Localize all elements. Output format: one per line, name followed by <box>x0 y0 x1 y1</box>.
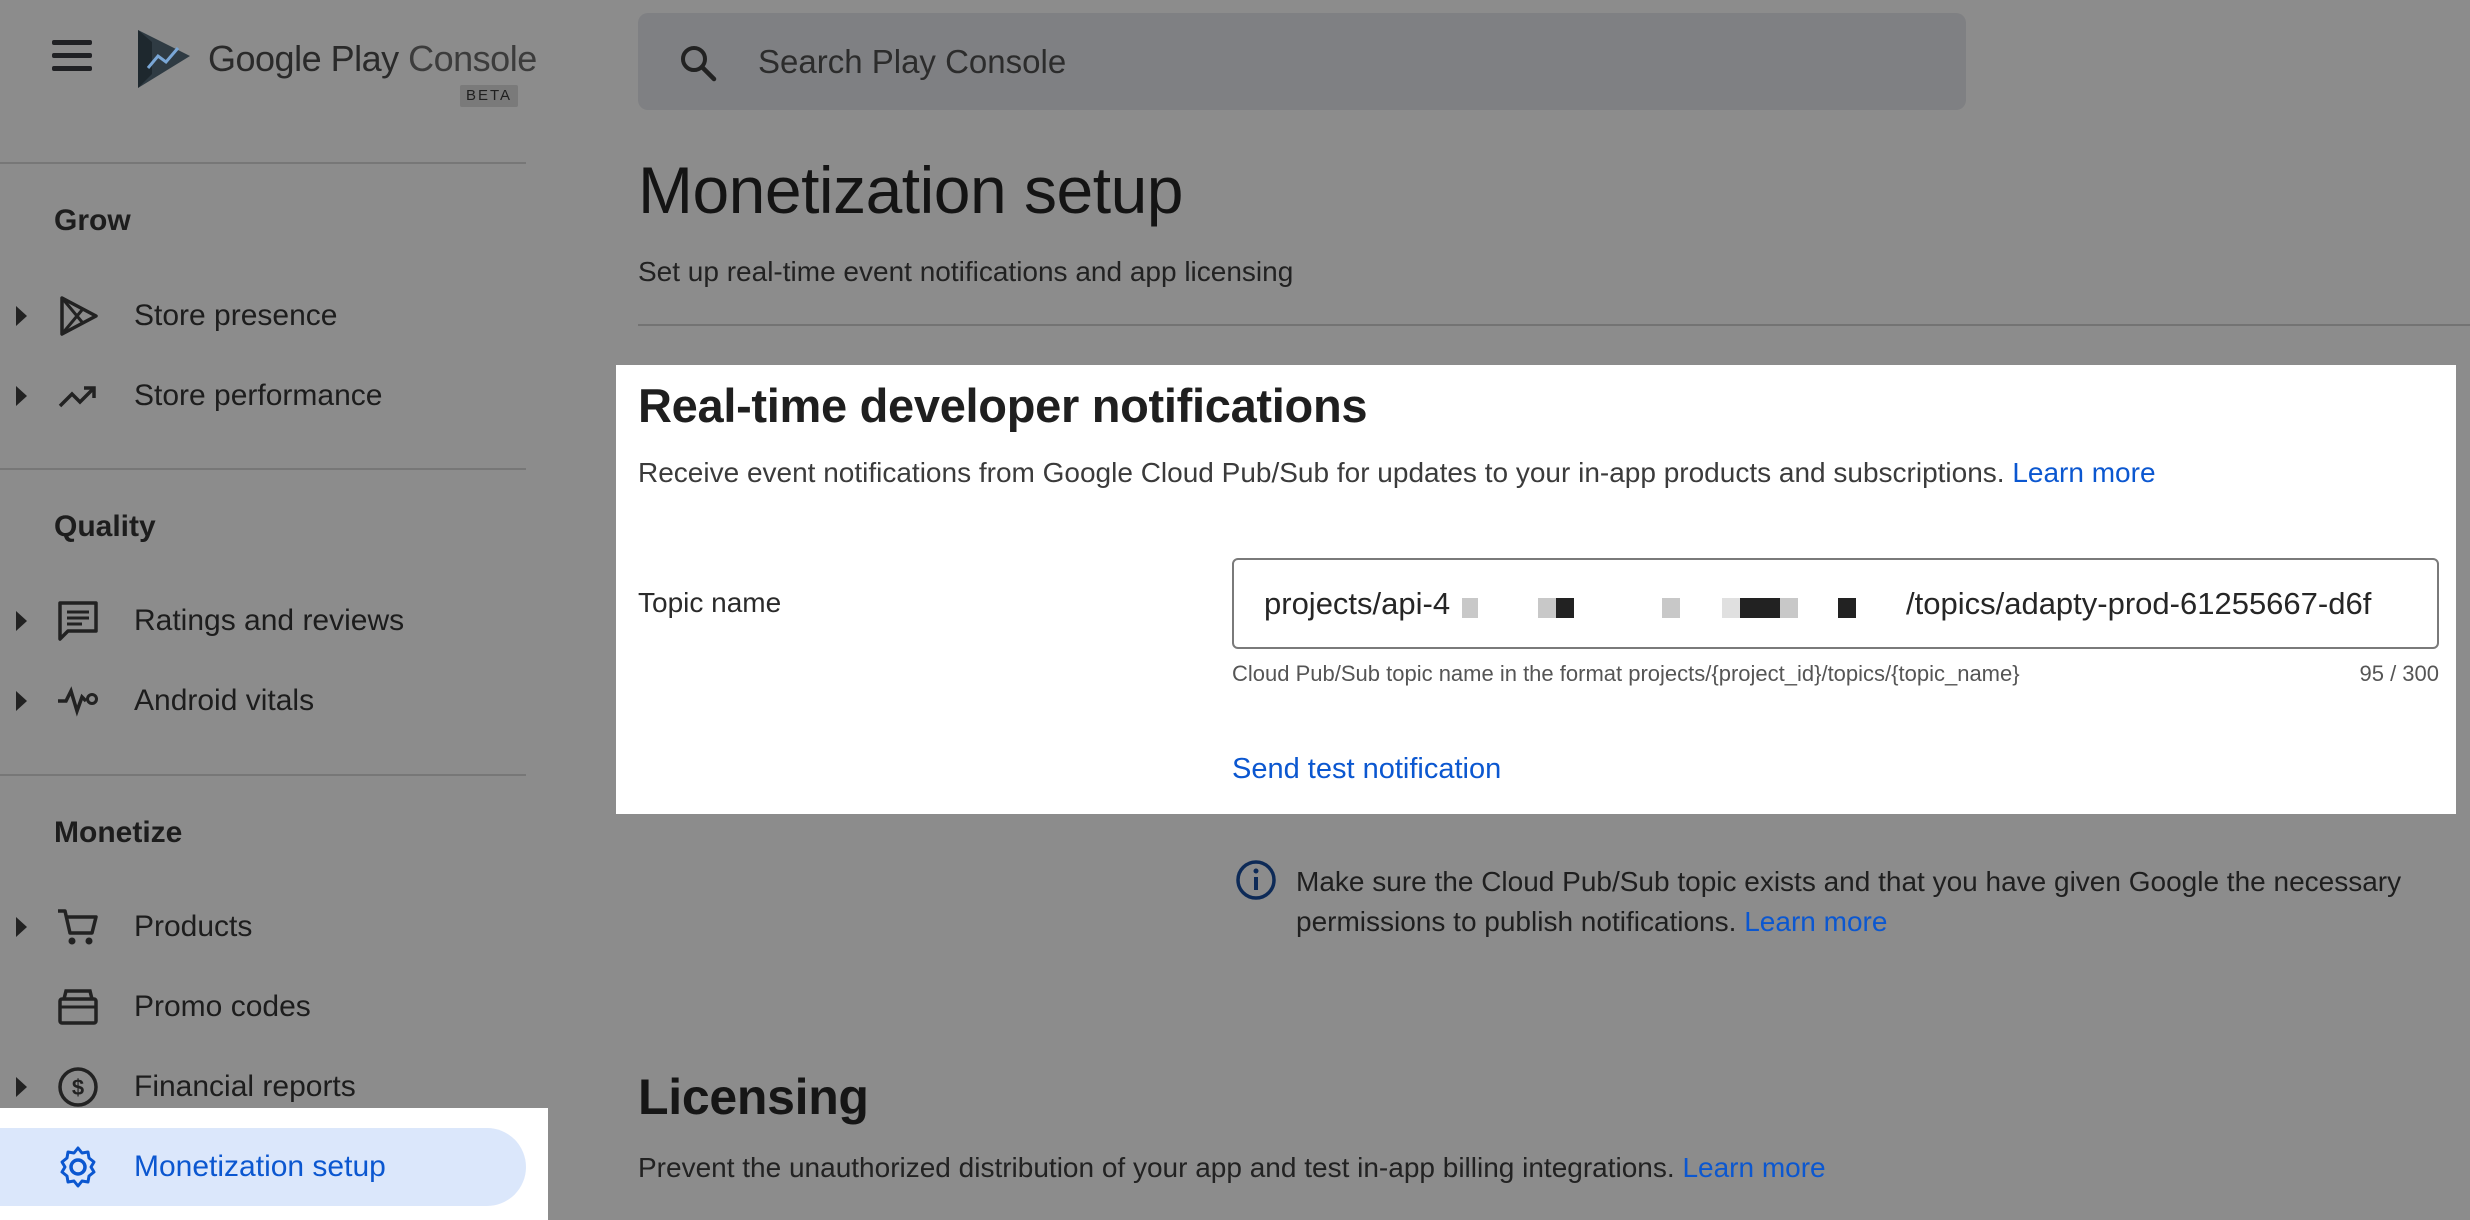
sidebar-divider <box>0 468 526 470</box>
trending-up-icon <box>58 386 96 408</box>
section-title-monetize: Monetize <box>54 816 183 849</box>
play-outline-icon <box>60 296 98 336</box>
page-title: Monetization setup <box>638 153 1184 227</box>
info-icon <box>1236 860 1276 900</box>
sidebar-item-store-presence[interactable]: Store presence <box>0 277 526 355</box>
sidebar-item-ratings-and-reviews[interactable]: Ratings and reviews <box>0 582 526 660</box>
rtdn-card: Real-time developer notifications Receiv… <box>616 365 2456 814</box>
search-icon <box>681 46 717 82</box>
sidebar-item-promo-codes[interactable]: Promo codes <box>0 968 526 1046</box>
hamburger-menu-icon[interactable] <box>52 40 102 80</box>
gear-icon <box>60 1146 96 1188</box>
topic-name-field[interactable]: projects/api-4 /topics/adapty-prod-61255… <box>1232 558 2439 649</box>
sidebar-item-label: Products <box>134 910 253 943</box>
sidebar-divider <box>0 774 526 776</box>
section-divider <box>638 324 2470 326</box>
page-subtitle: Set up real-time event notifications and… <box>638 256 1294 287</box>
rtdn-learn-more-link[interactable]: Learn more <box>2012 457 2155 488</box>
licensing-title: Licensing <box>638 1069 869 1125</box>
sidebar-item-label: Ratings and reviews <box>134 604 405 637</box>
topic-value-start: projects/api-4 <box>1264 586 1451 621</box>
pulse-icon <box>58 686 98 717</box>
sidebar-divider <box>0 162 526 164</box>
shopping-cart-icon <box>58 909 98 945</box>
sidebar-item-label: Monetization setup <box>134 1150 386 1183</box>
licensing-description: Prevent the unauthorized distribution of… <box>638 1152 1826 1184</box>
licensing-learn-more-link[interactable]: Learn more <box>1682 1152 1825 1183</box>
sidebar-item-store-performance[interactable]: Store performance <box>0 357 526 435</box>
app-name: Google Play Console <box>208 38 537 79</box>
search-bar[interactable] <box>638 13 1966 110</box>
character-counter: 95 / 300 <box>2359 661 2439 686</box>
sidebar-item-android-vitals[interactable]: Android vitals <box>0 662 526 740</box>
play-console-logo <box>138 30 190 88</box>
svg-text:$: $ <box>72 1075 84 1100</box>
sidebar-item-products[interactable]: Products <box>0 888 526 966</box>
info-learn-more-link[interactable]: Learn more <box>1744 906 1887 937</box>
expand-arrow-icon <box>16 917 27 937</box>
rtdn-description: Receive event notifications from Google … <box>638 457 2156 489</box>
rtdn-description-text: Receive event notifications from Google … <box>638 457 2005 488</box>
section-title-quality: Quality <box>54 510 156 543</box>
expand-arrow-icon <box>16 306 27 326</box>
topic-value-end: /topics/adapty-prod-61255667-d6f <box>1906 586 2372 621</box>
sidebar-item-label: Store presence <box>134 299 338 332</box>
promo-code-icon <box>58 989 98 1025</box>
send-test-notification-button[interactable]: Send test notification <box>1232 753 1501 786</box>
expand-arrow-icon <box>16 611 27 631</box>
sidebar-item-label: Store performance <box>134 379 383 412</box>
section-title-grow: Grow <box>54 204 131 237</box>
topic-helper-text: Cloud Pub/Sub topic name in the format p… <box>1232 661 2020 686</box>
page: Google Play Console BETA Grow Store pres… <box>0 0 2470 1220</box>
info-message: Make sure the Cloud Pub/Sub topic exists… <box>1296 862 2446 942</box>
sidebar-item-label: Financial reports <box>134 1070 356 1103</box>
licensing-description-text: Prevent the unauthorized distribution of… <box>638 1152 1675 1183</box>
expand-arrow-icon <box>16 691 27 711</box>
expand-arrow-icon <box>16 1077 27 1097</box>
sidebar-item-label: Android vitals <box>134 684 315 717</box>
dollar-circle-icon: $ <box>58 1067 98 1107</box>
rtdn-title: Real-time developer notifications <box>638 379 1368 432</box>
search-input[interactable] <box>758 37 1908 87</box>
review-comment-icon <box>58 601 98 641</box>
sidebar-item-label: Promo codes <box>134 990 311 1023</box>
sidebar-item-monetization-setup[interactable]: Monetization setup <box>0 1128 526 1206</box>
sidebar: Google Play Console BETA Grow Store pres… <box>0 0 548 1220</box>
expand-arrow-icon <box>16 386 27 406</box>
topic-name-label: Topic name <box>638 587 782 618</box>
beta-badge: BETA <box>460 85 518 107</box>
